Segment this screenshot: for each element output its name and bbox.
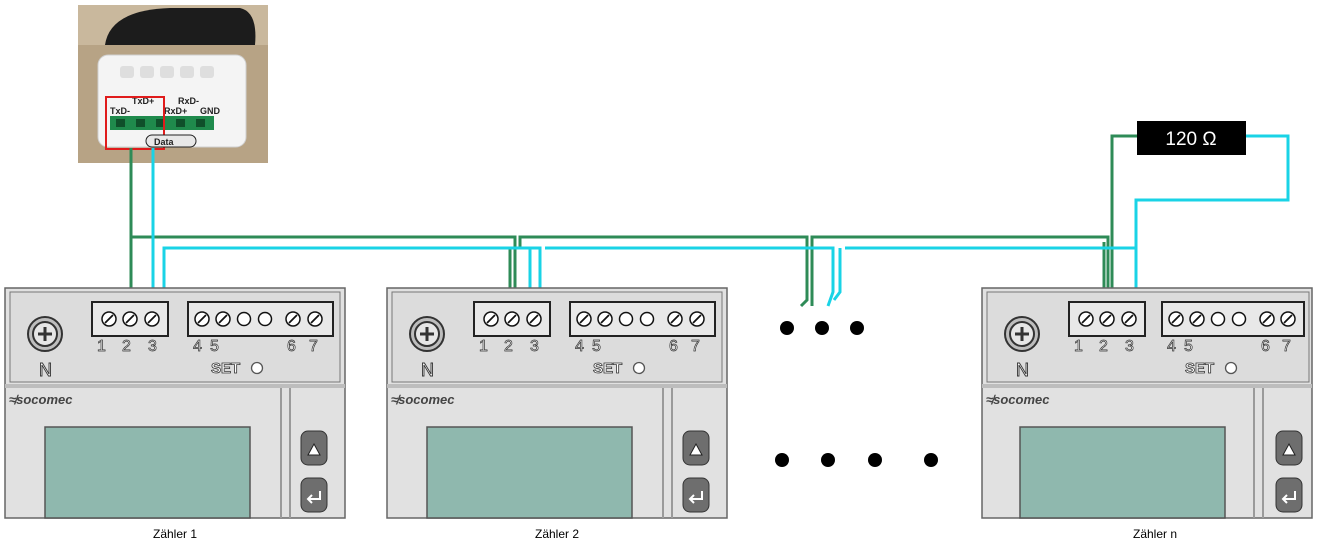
rxd-minus-label: RxD- — [178, 96, 199, 106]
ellipsis-dot — [780, 321, 794, 335]
ellipsis-dot — [850, 321, 864, 335]
screw-icon — [1189, 311, 1205, 327]
rxd-plus-label: RxD+ — [164, 106, 187, 116]
svg-text:6: 6 — [287, 338, 296, 355]
neutral-label: N — [421, 360, 434, 380]
screw-icon — [307, 311, 323, 327]
svg-text:4: 4 — [1167, 338, 1176, 355]
set-label: SET — [211, 360, 240, 377]
usb-rs485-adapter-photo: TxD+ RxD- TxD- RxD+ GND Data — [78, 5, 268, 163]
screw-icon — [122, 311, 138, 327]
svg-text:1: 1 — [479, 338, 488, 355]
screw-icon — [689, 311, 705, 327]
screw-icon — [483, 311, 499, 327]
svg-text:4: 4 — [575, 338, 584, 355]
neutral-label: N — [39, 360, 52, 380]
screw-icon — [667, 311, 683, 327]
resistor-label: 120 Ω — [1165, 129, 1216, 150]
screw-icon — [504, 311, 520, 327]
enter-button[interactable] — [300, 477, 328, 513]
ellipsis-dots-upper — [780, 321, 864, 335]
neutral-knob — [1004, 316, 1040, 352]
set-label: SET — [593, 360, 622, 377]
enter-button[interactable] — [1275, 477, 1303, 513]
neutral-knob — [27, 316, 63, 352]
svg-text:2: 2 — [122, 338, 131, 355]
brand-logo: ≉socomec — [9, 392, 73, 407]
svg-text:7: 7 — [691, 338, 700, 355]
set-indicator-icon — [632, 361, 646, 375]
screw-icon — [1121, 311, 1137, 327]
bus-wires — [129, 134, 1290, 311]
screw-icon — [144, 311, 160, 327]
meter-1-caption: Zähler 1 — [153, 527, 197, 541]
brand-logo: ≉socomec — [391, 392, 455, 407]
set-indicator-icon — [250, 361, 264, 375]
cyan-wire-main — [151, 134, 1290, 311]
svg-text:5: 5 — [592, 338, 601, 355]
terminating-resistor: 120 Ω — [1137, 121, 1246, 155]
meter-n: N 1 2 3 4 5 6 7 SET ≉socomec — [981, 287, 1313, 519]
neutral-knob — [409, 316, 445, 352]
ellipsis-dot — [868, 453, 882, 467]
svg-text:4: 4 — [193, 338, 202, 355]
svg-text:7: 7 — [309, 338, 318, 355]
screw-icon — [215, 311, 231, 327]
screw-icon — [1168, 311, 1184, 327]
meter-n-caption: Zähler n — [1133, 527, 1177, 541]
meter-screen — [44, 426, 251, 519]
svg-text:1: 1 — [1074, 338, 1083, 355]
txd-minus-label: TxD- — [110, 106, 130, 116]
svg-text:3: 3 — [530, 338, 539, 355]
ellipsis-dots-lower — [775, 453, 938, 467]
svg-text:5: 5 — [1184, 338, 1193, 355]
meter-screen — [426, 426, 633, 519]
svg-text:3: 3 — [1125, 338, 1134, 355]
screw-icon — [576, 311, 592, 327]
screw-icon — [597, 311, 613, 327]
screw-icon — [1280, 311, 1296, 327]
svg-text:7: 7 — [1282, 338, 1291, 355]
ellipsis-dot — [821, 453, 835, 467]
meter-2-caption: Zähler 2 — [535, 527, 579, 541]
svg-text:2: 2 — [1099, 338, 1108, 355]
svg-text:6: 6 — [669, 338, 678, 355]
ellipsis-dot — [924, 453, 938, 467]
meter-1: N 1 2 3 4 5 6 7 SET ≉socomec — [4, 287, 346, 519]
screw-icon — [194, 311, 210, 327]
screw-icon — [285, 311, 301, 327]
set-label: SET — [1185, 360, 1214, 377]
set-indicator-icon — [1224, 361, 1238, 375]
brand-logo: ≉socomec — [986, 392, 1050, 407]
gnd-label: GND — [200, 106, 221, 116]
neutral-label: N — [1016, 360, 1029, 380]
screw-icon — [526, 311, 542, 327]
data-label: Data — [154, 137, 175, 147]
screw-icon — [1099, 311, 1115, 327]
green-wire-main — [129, 134, 1137, 308]
ellipsis-dot — [775, 453, 789, 467]
enter-button[interactable] — [682, 477, 710, 513]
ellipsis-dot — [815, 321, 829, 335]
svg-text:6: 6 — [1261, 338, 1270, 355]
svg-text:2: 2 — [504, 338, 513, 355]
meter-screen — [1019, 426, 1226, 519]
svg-text:5: 5 — [210, 338, 219, 355]
screw-icon — [1259, 311, 1275, 327]
screw-icon — [101, 311, 117, 327]
wiring-diagram: TxD+ RxD- TxD- RxD+ GND Data 120 Ω N 1 2… — [4, 5, 1313, 541]
meter-2: N 1 2 3 4 5 6 7 SET ≉socomec — [386, 287, 728, 519]
svg-text:3: 3 — [148, 338, 157, 355]
screw-icon — [1078, 311, 1094, 327]
svg-text:1: 1 — [97, 338, 106, 355]
